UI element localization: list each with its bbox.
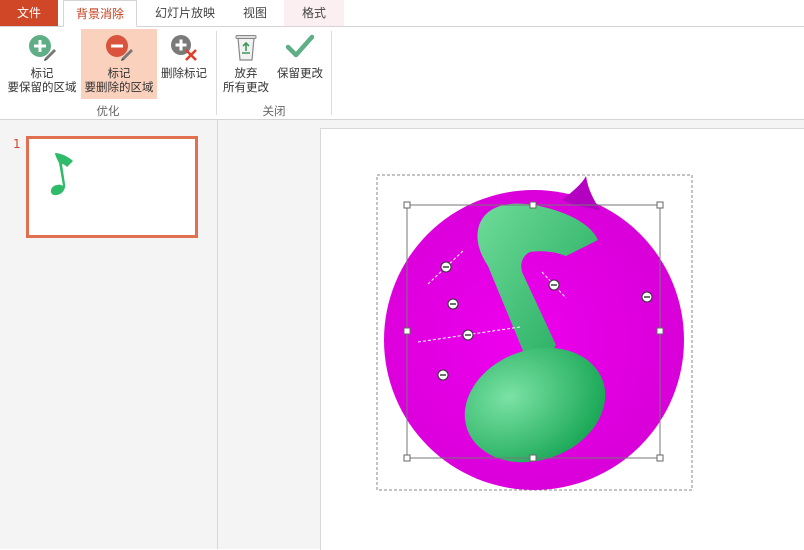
minus-marker-icon[interactable] [462, 329, 474, 341]
image-edit-layer [376, 174, 693, 491]
resize-handle-bottom-right[interactable] [656, 454, 664, 462]
resize-handle-left[interactable] [403, 327, 411, 335]
resize-handle-bottom-left[interactable] [403, 454, 411, 462]
minus-marker-icon[interactable] [447, 298, 459, 310]
resize-handle-top-left[interactable] [403, 201, 411, 209]
minus-marker-icon[interactable] [437, 369, 449, 381]
minus-marker-icon[interactable] [440, 261, 452, 273]
resize-handle-top[interactable] [529, 201, 537, 209]
resize-handle-top-right[interactable] [656, 201, 664, 209]
minus-marker-icon[interactable] [641, 291, 653, 303]
resize-handle-right[interactable] [656, 327, 664, 335]
minus-marker-icon[interactable] [548, 279, 560, 291]
resize-handle-bottom[interactable] [529, 454, 537, 462]
